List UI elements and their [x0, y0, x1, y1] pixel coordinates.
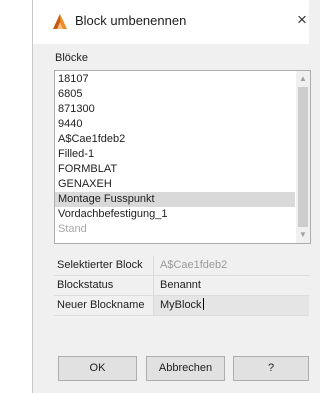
rename-block-dialog: Block umbenennen × Blöcke 18107 6805 871…: [32, 0, 311, 393]
selected-block-label: Selektierter Block: [57, 259, 143, 271]
scroll-thumb[interactable]: [298, 87, 308, 227]
ok-button[interactable]: OK: [58, 356, 137, 381]
close-icon[interactable]: ×: [297, 10, 307, 30]
dialog-title: Block umbenennen: [75, 13, 187, 28]
scroll-up-icon[interactable]: ▲: [296, 73, 310, 85]
list-item[interactable]: 6805: [55, 87, 295, 102]
list-item[interactable]: 9440: [55, 117, 295, 132]
help-button[interactable]: ?: [233, 356, 309, 381]
list-item[interactable]: A$Cae1fdeb2: [55, 132, 295, 147]
list-item-selected[interactable]: Montage Fusspunkt: [55, 192, 295, 207]
list-item[interactable]: Filled-1: [55, 147, 295, 162]
block-status-value: Benannt: [153, 276, 309, 295]
list-item[interactable]: Vordachbefestigung_1: [55, 207, 295, 222]
blocks-label: Blöcke: [55, 52, 89, 64]
new-name-text: MyBlock: [160, 299, 202, 311]
text-caret: [202, 298, 204, 310]
selected-block-row: Selektierter Block A$Cae1fdeb2: [54, 256, 309, 276]
list-scrollbar[interactable]: ▲ ▼: [296, 71, 310, 243]
new-name-label: Neuer Blockname: [57, 299, 145, 311]
background-window: [0, 0, 32, 393]
scroll-down-icon[interactable]: ▼: [296, 229, 310, 241]
autocad-icon: [53, 14, 67, 29]
new-name-input[interactable]: MyBlock: [153, 296, 309, 315]
list-item[interactable]: 871300: [55, 102, 295, 117]
list-item[interactable]: 18107: [55, 72, 295, 87]
title-bar: Block umbenennen ×: [33, 0, 309, 44]
blocks-list[interactable]: 18107 6805 871300 9440 A$Cae1fdeb2 Fille…: [54, 70, 311, 244]
cancel-button[interactable]: Abbrechen: [146, 356, 225, 381]
list-item[interactable]: Stand: [55, 222, 295, 237]
list-item[interactable]: FORMBLAT: [55, 162, 295, 177]
block-status-row: Blockstatus Benannt: [54, 276, 309, 296]
selected-block-value: A$Cae1fdeb2: [153, 256, 309, 275]
block-status-label: Blockstatus: [57, 279, 114, 291]
list-item[interactable]: GENAXEH: [55, 177, 295, 192]
new-name-row: Neuer Blockname MyBlock: [54, 296, 309, 316]
